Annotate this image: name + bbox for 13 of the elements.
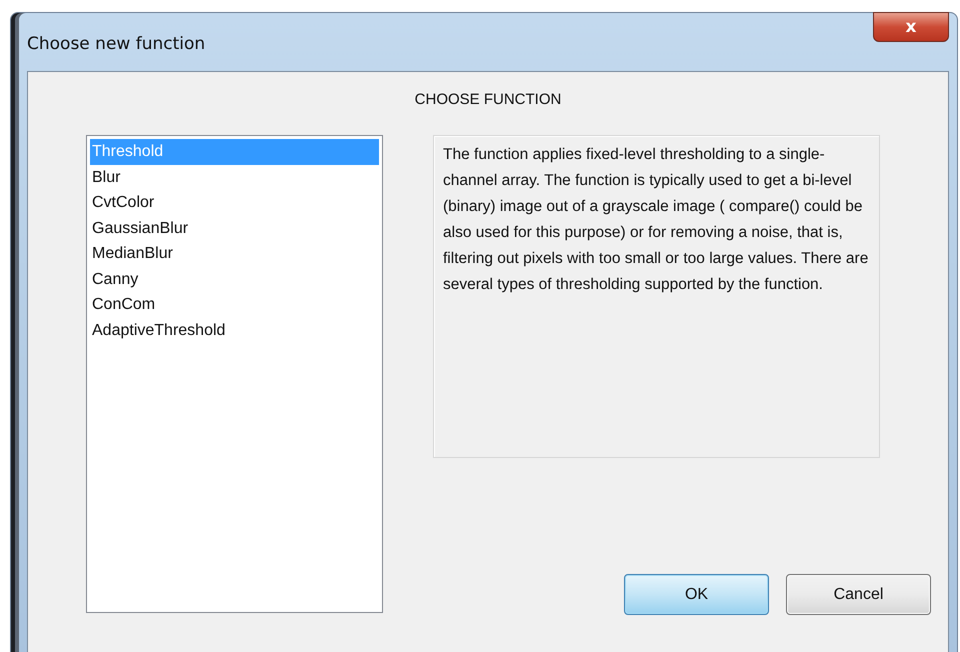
cancel-button[interactable]: Cancel	[786, 574, 931, 615]
function-list-item[interactable]: CvtColor	[90, 190, 379, 216]
function-list-item[interactable]: Blur	[90, 164, 379, 190]
function-list-item[interactable]: Canny	[90, 266, 379, 292]
function-list-item[interactable]: ConCom	[90, 292, 379, 318]
close-button[interactable]: x	[873, 12, 949, 42]
window-title: Choose new function	[27, 33, 206, 54]
heading: CHOOSE FUNCTION	[414, 91, 562, 108]
function-list-item[interactable]: MedianBlur	[90, 241, 379, 266]
function-list-item[interactable]: AdaptiveThreshold	[90, 318, 379, 343]
function-description: The function applies fixed-level thresholding to a single-channel array. The function is typically used to get a bi-level (binary) image out of a grayscale image ( compare() could be also used for this purpose) or for removing a noise, that is, filtering out pixels with too small or too large values. There are several types of thresholding supported by the function.	[433, 135, 880, 458]
function-list-item[interactable]: GaussianBlur	[90, 216, 379, 241]
ok-button[interactable]: OK	[624, 574, 769, 615]
